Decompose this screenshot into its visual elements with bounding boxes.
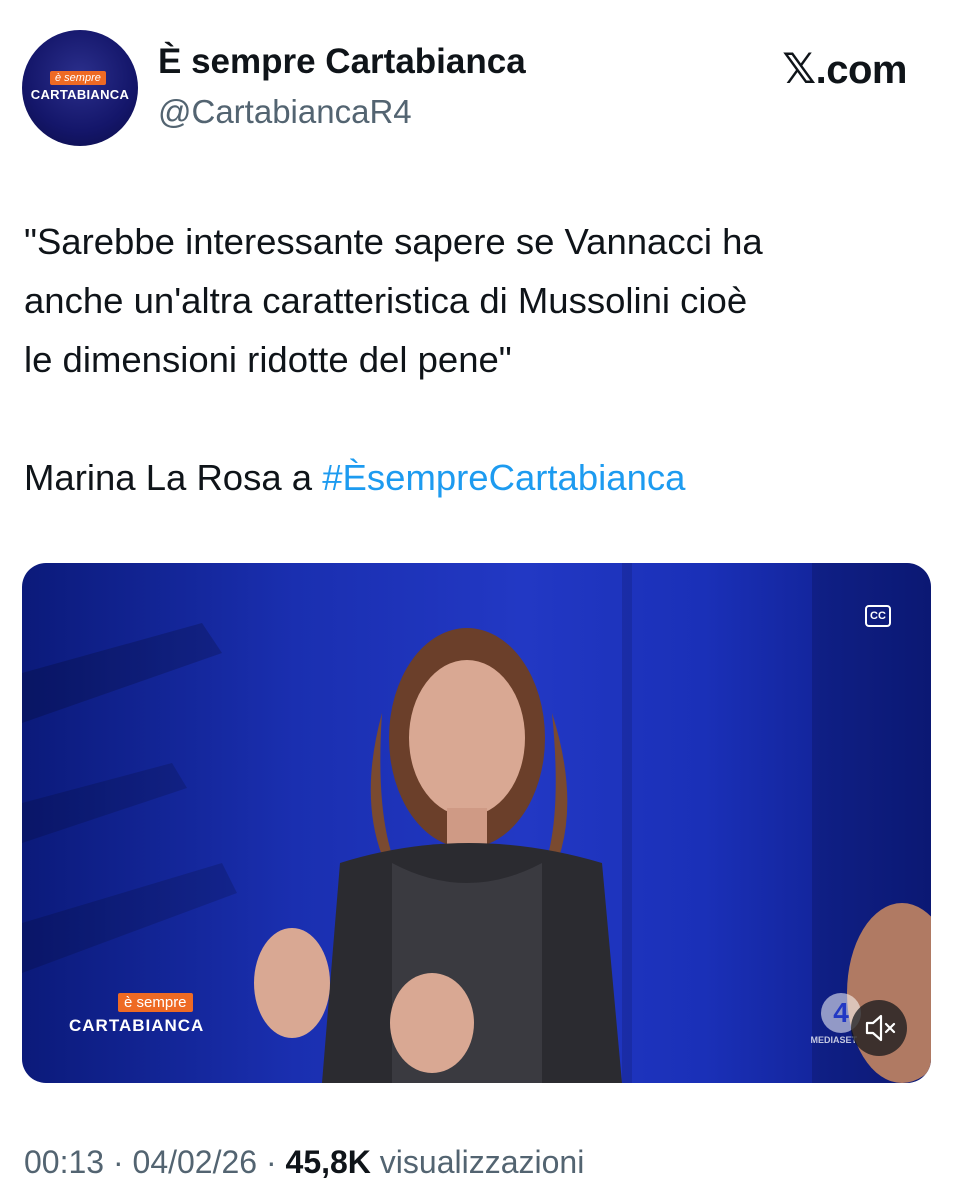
tweet-date[interactable]: 04/02/26 [133,1144,258,1180]
mute-button[interactable] [851,1000,907,1056]
show-logo-top: è sempre [118,993,193,1012]
avatar-logo-top: è sempre [50,71,106,85]
meta-separator: · [257,1144,286,1180]
x-logo-icon: 𝕏 [782,45,816,92]
brand-domain: .com [815,48,908,92]
speaker-muted-icon [865,1014,896,1042]
presenter-figure [254,628,622,1083]
show-logo-bottom: CARTABIANCA [69,1016,205,1035]
meta-separator: · [104,1144,133,1180]
views-label: visualizzazioni [370,1144,585,1180]
tweet-meta: 00:13 · 04/02/26 · 45,8K visualizzazioni [24,1144,584,1181]
avatar-logo-bottom: CARTABIANCA [30,87,130,102]
tweet-attribution: Marina La Rosa a #ÈsempreCartabianca [24,448,685,507]
x-brand: 𝕏.com [782,44,907,93]
tweet-line: anche un'altra caratteristica di Mussoli… [24,280,748,321]
hashtag-link[interactable]: #ÈsempreCartabianca [322,457,685,498]
avatar[interactable]: è sempre CARTABIANCA [22,30,138,146]
tweet-line: le dimensioni ridotte del pene" [24,339,512,380]
video-player[interactable]: CC è sempre CARTABIANCA 4 MEDIASET [22,563,931,1083]
closed-captions-button[interactable]: CC [865,605,891,627]
tweet-text: "Sarebbe interessante sapere se Vannacci… [24,212,934,389]
handle[interactable]: @CartabiancaR4 [158,93,412,131]
views-count[interactable]: 45,8K [286,1144,371,1180]
display-name[interactable]: È sempre Cartabianca [158,42,526,82]
attribution-text: Marina La Rosa a [24,457,323,498]
tweet-card: è sempre CARTABIANCA È sempre Cartabianc… [0,0,953,1200]
tweet-line: "Sarebbe interessante sapere se Vannacci… [24,221,763,262]
tweet-time[interactable]: 00:13 [24,1144,104,1180]
